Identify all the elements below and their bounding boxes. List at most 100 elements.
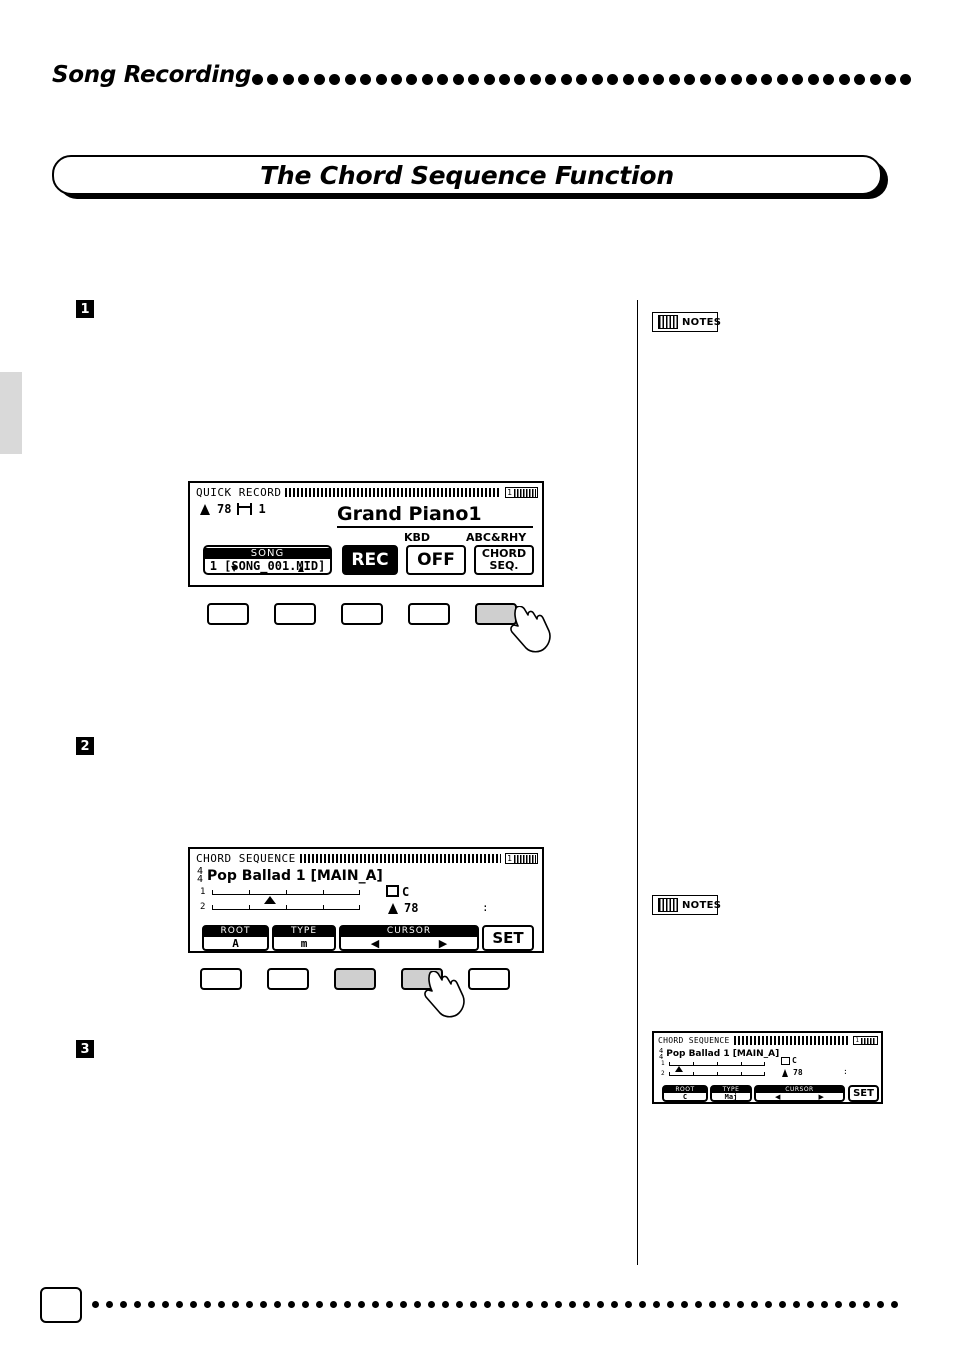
footer-dot <box>372 1300 380 1308</box>
type-header: TYPE <box>712 1085 750 1093</box>
footer-dot <box>134 1300 142 1308</box>
tempo-value: 78 <box>793 1068 803 1077</box>
measure-value: 1 <box>258 502 266 516</box>
abc-rhy-off-button[interactable]: OFF <box>406 545 466 575</box>
type-value: m <box>300 937 308 950</box>
metronome-icon <box>781 1068 790 1077</box>
chord-info-box: C 78 : <box>386 885 518 919</box>
grid-tick <box>359 890 360 895</box>
cursor-left-arrow-icon[interactable]: ◀ <box>371 937 379 950</box>
footer-dot <box>582 1300 590 1308</box>
footer-dot <box>834 1300 842 1308</box>
header-dot <box>499 73 510 85</box>
column-divider <box>637 300 638 1265</box>
header-dot <box>452 73 464 85</box>
panel-button-3[interactable] <box>334 968 376 990</box>
footer-dot <box>260 1300 268 1308</box>
grid-tick <box>693 1062 694 1065</box>
chord-display-icon <box>781 1057 790 1065</box>
grid-tick <box>286 890 287 895</box>
footer-dot <box>162 1300 170 1308</box>
header-dot <box>421 73 433 85</box>
cursor-right-arrow-icon[interactable]: ▶ <box>439 937 447 950</box>
tempo-measure-row: 78 1 <box>198 502 266 516</box>
cursor-button[interactable]: CURSOR ◀ ▶ <box>754 1085 845 1102</box>
root-button[interactable]: ROOT C <box>662 1085 708 1102</box>
header-dot <box>437 73 449 85</box>
page-number: 1 <box>507 488 512 497</box>
chord-seq-button[interactable]: CHORD SEQ. <box>474 545 534 575</box>
header-dot <box>854 73 866 85</box>
grid-row-label-1: 1 <box>661 1060 665 1067</box>
footer-dot <box>176 1300 184 1308</box>
footer-dot <box>274 1300 282 1308</box>
set-button[interactable]: SET <box>848 1085 879 1102</box>
song-decrement-arrow[interactable]: ▼ <box>231 565 237 573</box>
measure-icon <box>237 503 253 515</box>
quick-record-lcd: QUICK RECORD 1 78 1 Grand Piano1 KBD ABC… <box>188 481 544 587</box>
type-header: TYPE <box>274 926 334 937</box>
header-dot <box>884 73 896 85</box>
panel-button-1[interactable] <box>207 603 249 625</box>
type-button[interactable]: TYPE m <box>272 925 336 951</box>
lcd-title: QUICK RECORD <box>196 486 282 499</box>
header-dot <box>267 73 279 85</box>
panel-button-row-1 <box>207 603 517 625</box>
chord-seq-label-line2: SEQ. <box>489 559 519 572</box>
cursor-button[interactable]: CURSOR ◀ ▶ <box>339 925 479 951</box>
grid-tick <box>323 905 324 910</box>
root-button[interactable]: ROOT A <box>202 925 269 951</box>
metronome-icon <box>386 902 399 915</box>
tempo-value: 78 <box>217 502 232 516</box>
sequence-grid[interactable]: 1 2 <box>200 887 365 917</box>
footer-dot <box>316 1300 324 1308</box>
grid-tick <box>286 905 287 910</box>
step-number-1: 1 <box>76 300 94 318</box>
footer-dot <box>750 1300 758 1308</box>
type-button[interactable]: TYPE Maj <box>710 1085 752 1102</box>
footer-dot <box>190 1300 198 1308</box>
cursor-arrows[interactable]: ◀ ▶ <box>341 937 477 950</box>
cursor-left-arrow-icon[interactable]: ◀ <box>775 1093 780 1102</box>
grid-row-label-2: 2 <box>661 1070 665 1077</box>
sequence-grid[interactable]: 1 2 <box>661 1060 769 1080</box>
grid-track-2 <box>669 1075 765 1076</box>
header-dot <box>668 73 680 85</box>
panel-button-3[interactable] <box>341 603 383 625</box>
header-dot <box>869 73 881 85</box>
cursor-right-arrow-icon[interactable]: ▶ <box>819 1093 824 1102</box>
grid-tick <box>693 1072 694 1075</box>
type-value: Maj <box>724 1092 738 1101</box>
panel-button-2[interactable] <box>267 968 309 990</box>
panel-button-4[interactable] <box>408 603 450 625</box>
style-name: Pop Ballad 1 [MAIN_A] <box>666 1049 780 1059</box>
step-number-2: 2 <box>76 737 94 755</box>
cursor-arrows[interactable]: ◀ ▶ <box>756 1093 843 1102</box>
banner-body: The Chord Sequence Function <box>52 155 882 195</box>
footer-page-tab <box>40 1287 82 1323</box>
footer-dot <box>400 1300 408 1308</box>
rec-button[interactable]: REC <box>342 545 398 575</box>
panel-button-1[interactable] <box>200 968 242 990</box>
panel-button-5[interactable] <box>468 968 510 990</box>
set-button[interactable]: SET <box>482 925 534 951</box>
footer-dot <box>106 1300 114 1308</box>
lcd-titlebar: CHORD SEQUENCE 1 <box>190 849 542 865</box>
footer-dot <box>330 1300 338 1308</box>
footer-dot <box>638 1300 646 1308</box>
panel-button-2[interactable] <box>274 603 316 625</box>
style-row: 4 4 Pop Ballad 1 [MAIN_A] <box>659 1048 780 1061</box>
notes-label: NOTES <box>682 316 722 328</box>
grid-tick <box>741 1072 742 1075</box>
song-increment-arrow[interactable]: ▲ <box>298 565 304 573</box>
song-select-button[interactable]: SONG 1 [SONG_001.MID] ▼ ▲ <box>203 545 332 575</box>
header-dot <box>375 73 387 85</box>
lcd-titlebar: CHORD SEQUENCE 1 <box>654 1033 881 1046</box>
set-label: SET <box>492 929 524 947</box>
header-dot <box>545 73 557 85</box>
footer-dot <box>736 1300 744 1308</box>
kbd-label: KBD <box>404 531 431 544</box>
time-signature: 4 4 <box>197 867 203 885</box>
header-dot <box>313 73 325 85</box>
footer-dot <box>778 1300 786 1308</box>
